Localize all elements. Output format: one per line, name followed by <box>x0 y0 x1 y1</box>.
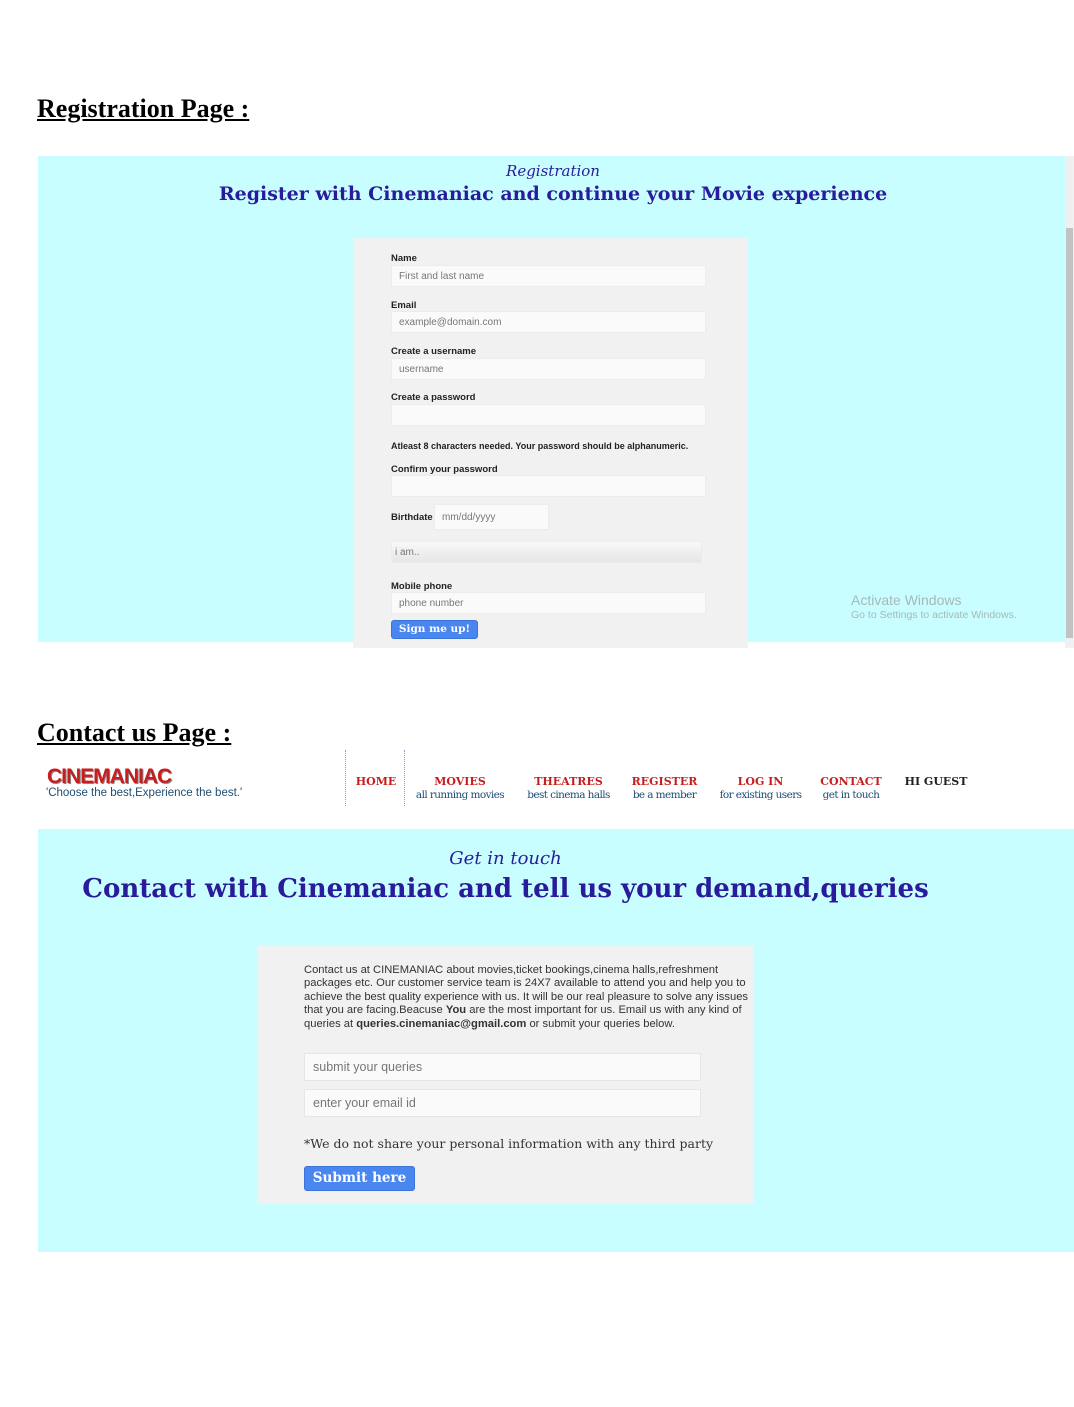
scrollbar-thumb[interactable] <box>1066 228 1073 638</box>
nav-divider <box>345 750 346 806</box>
submit-query-button[interactable]: Submit here <box>304 1166 415 1191</box>
nav-login-sub: for existing users <box>719 789 802 801</box>
nav-theatres-sub: best cinema halls <box>527 789 610 801</box>
nav-register[interactable]: REGISTER be a member <box>627 775 702 801</box>
watermark-title: Activate Windows <box>851 592 962 608</box>
nav-login-label: LOG IN <box>737 775 784 788</box>
contact-text-part: or submit your queries below. <box>526 1017 675 1030</box>
nav-register-label: REGISTER <box>631 775 698 788</box>
nav-login[interactable]: LOG IN for existing users <box>713 775 808 801</box>
nav-contact-sub: get in touch <box>822 789 880 801</box>
nav-theatres[interactable]: THEATRES best cinema halls <box>521 775 616 801</box>
registration-subtitle: Registration <box>506 162 600 180</box>
nav-movies-sub: all running movies <box>415 789 505 801</box>
registration-title: Register with Cinemaniac and continue yo… <box>218 183 888 205</box>
contact-email-link[interactable]: queries.cinemaniac@gmail.com <box>356 1018 526 1030</box>
nav-theatres-label: THEATRES <box>534 775 603 788</box>
birthdate-input[interactable]: mm/dd/yyyy <box>434 504 549 530</box>
scrollbar[interactable] <box>1065 156 1074 648</box>
confirm-password-label: Confirm your password <box>391 464 498 475</box>
greeting-label: HI GUEST <box>904 775 968 788</box>
email-input[interactable]: example@domain.com <box>391 311 706 333</box>
brand-logo[interactable]: CINEMANIAC <box>47 765 172 789</box>
email-label: Email <box>391 300 417 311</box>
username-input[interactable]: username <box>391 358 706 380</box>
watermark-subtitle: Go to Settings to activate Windows. <box>851 609 1017 621</box>
nav-contact[interactable]: CONTACT get in touch <box>817 775 885 801</box>
confirm-password-input[interactable] <box>391 475 706 497</box>
name-input[interactable]: First and last name <box>391 265 706 287</box>
contact-description: Contact us at CINEMANIAC about movies,ti… <box>304 964 754 1031</box>
registration-page-heading: Registration Page : <box>37 94 250 123</box>
nav-movies-label: MOVIES <box>434 775 486 788</box>
password-input[interactable] <box>391 404 706 426</box>
nav-register-sub: be a member <box>632 789 697 801</box>
name-label: Name <box>391 253 417 264</box>
contact-page-heading: Contact us Page : <box>37 718 232 747</box>
brand-tagline: 'Choose the best,Experience the best.' <box>46 787 243 799</box>
registration-form: Name First and last name Email example@d… <box>353 238 748 648</box>
contact-email-input[interactable]: enter your email id <box>304 1089 701 1117</box>
username-label: Create a username <box>391 346 477 357</box>
gender-select[interactable]: i am.. <box>391 541 702 563</box>
mobile-label: Mobile phone <box>391 581 453 592</box>
greeting: HI GUEST <box>903 775 969 788</box>
contact-form: Contact us at CINEMANIAC about movies,ti… <box>257 946 754 1204</box>
nav-home[interactable]: HOME <box>355 775 397 788</box>
nav-contact-label: CONTACT <box>820 775 882 788</box>
nav-home-label: HOME <box>355 775 397 788</box>
sign-up-button[interactable]: Sign me up! <box>391 620 478 639</box>
query-input[interactable]: submit your queries <box>304 1053 701 1081</box>
nav-movies[interactable]: MOVIES all running movies <box>411 775 509 801</box>
contact-text-emphasis: You <box>445 1004 467 1017</box>
contact-title: Contact with Cinemaniac and tell us your… <box>82 874 929 904</box>
mobile-input[interactable]: phone number <box>391 592 706 614</box>
contact-subtitle: Get in touch <box>449 848 562 869</box>
password-hint: Atleast 8 characters needed. Your passwo… <box>391 441 689 451</box>
password-label: Create a password <box>391 392 476 403</box>
birthdate-label: Birthdate <box>391 512 433 523</box>
nav-divider <box>404 750 405 806</box>
privacy-note: *We do not share your personal informati… <box>304 1136 714 1151</box>
activate-windows-watermark: Activate Windows Go to Settings to activ… <box>851 592 1017 621</box>
